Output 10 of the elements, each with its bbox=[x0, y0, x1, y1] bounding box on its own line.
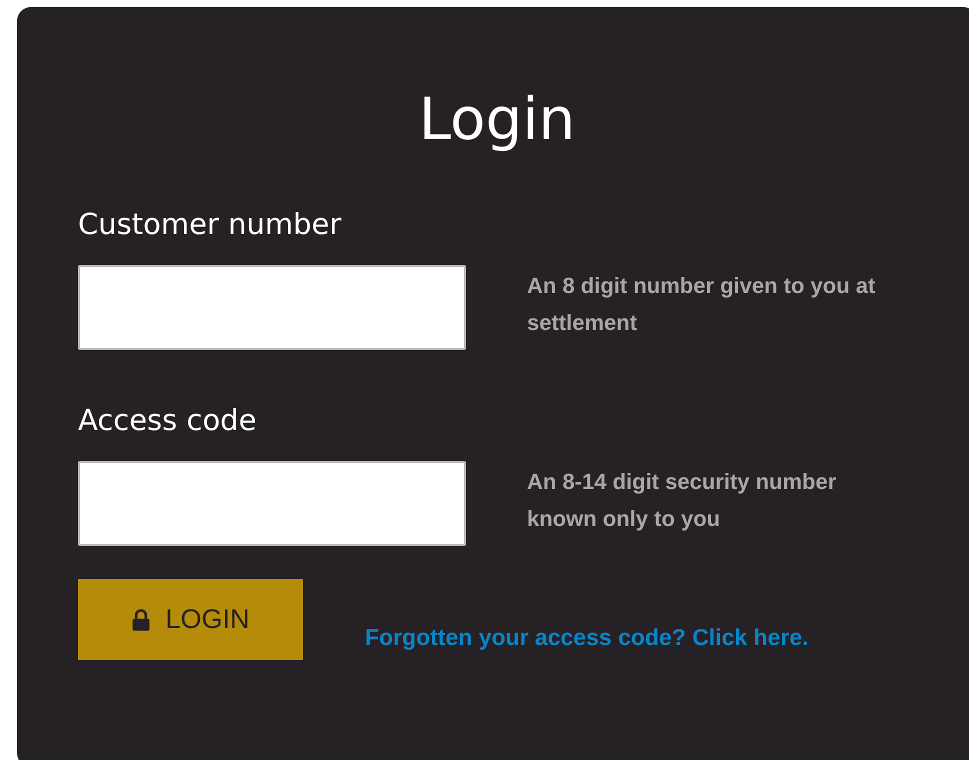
login-title: Login bbox=[418, 87, 576, 151]
forgot-link[interactable]: Forgotten your access code? Click here. bbox=[365, 624, 809, 651]
field-label: Customer number bbox=[78, 206, 342, 242]
field-hint: An 8-14 digit security number known only to you bbox=[527, 468, 838, 533]
lock-icon bbox=[131, 608, 152, 632]
input-field[interactable] bbox=[78, 461, 466, 546]
field-label: Access code bbox=[78, 402, 256, 438]
input-field[interactable] bbox=[78, 265, 466, 350]
field-hint: An 8 digit number given to you at settlement bbox=[527, 272, 876, 337]
login-button[interactable]: LOGIN bbox=[78, 579, 303, 660]
